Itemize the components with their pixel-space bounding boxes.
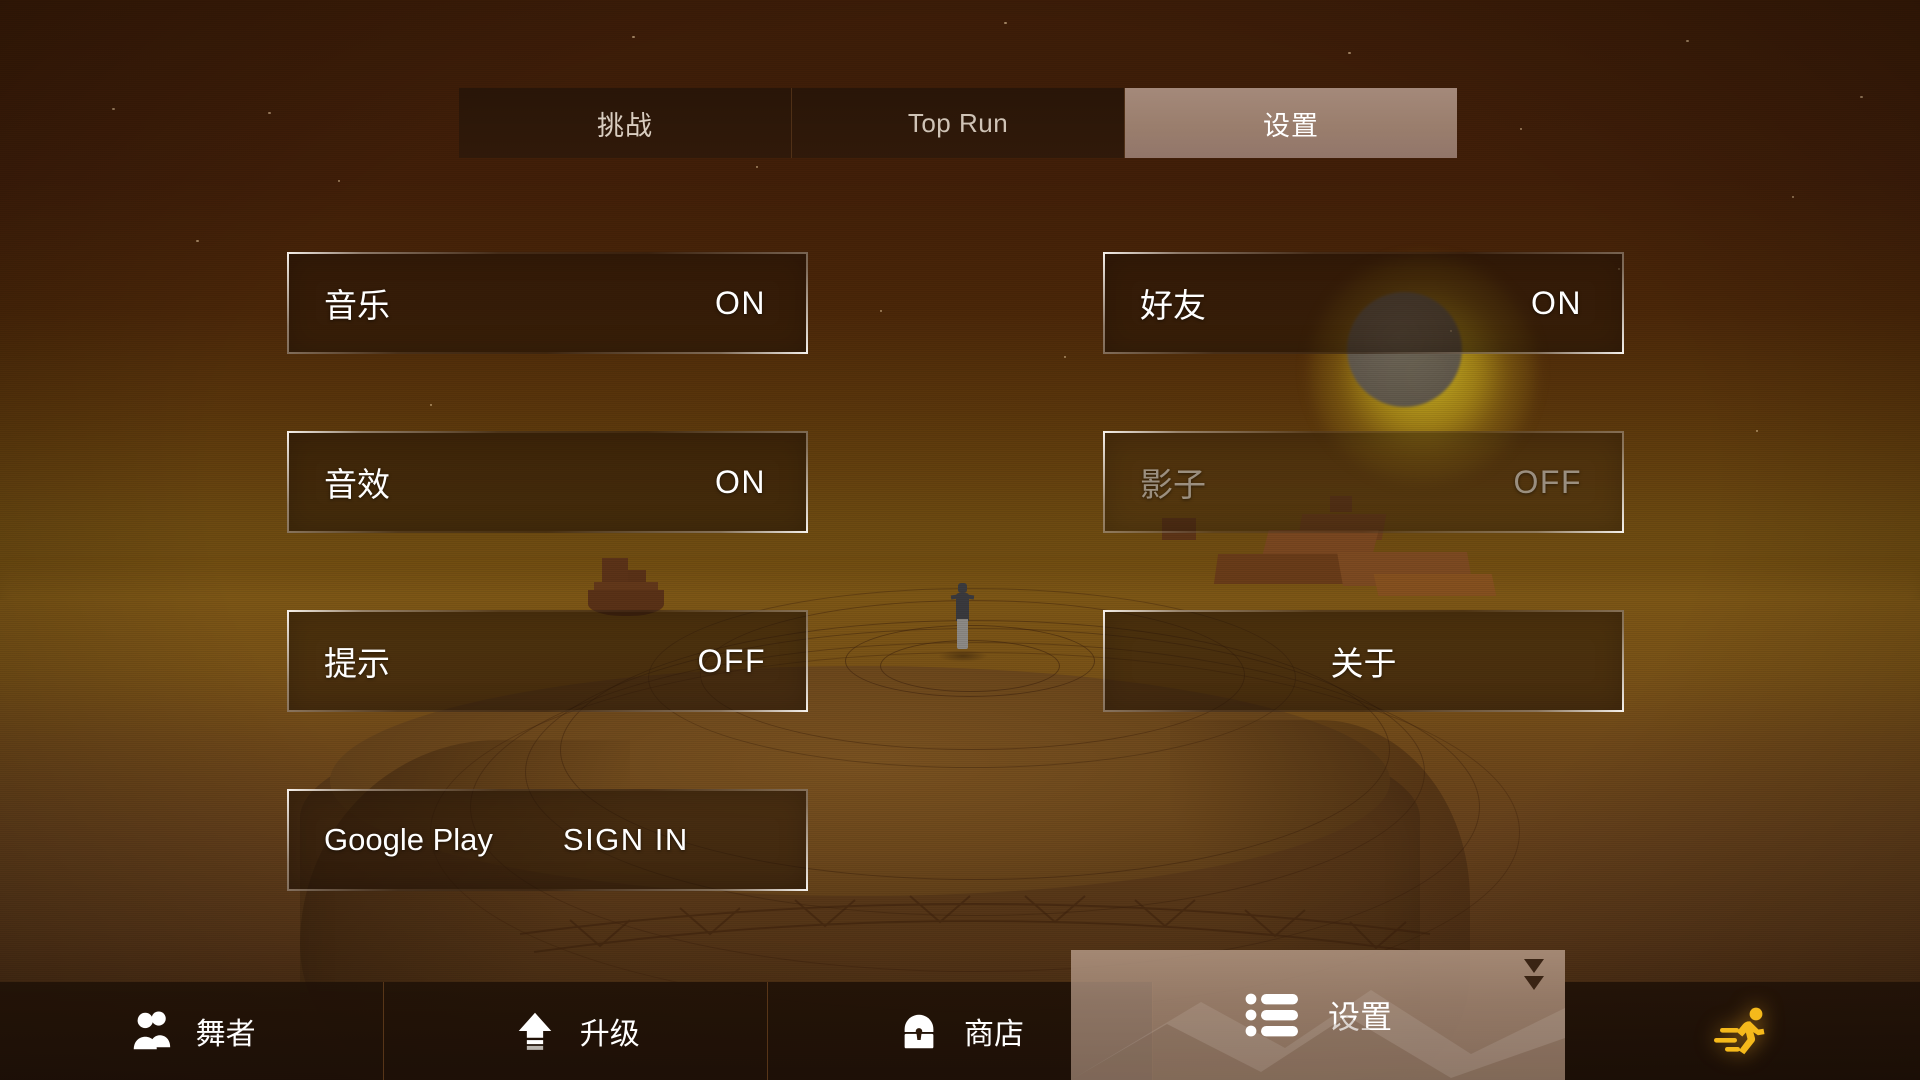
nav-item-dancers[interactable]: 舞者	[0, 982, 385, 1080]
shop-chest-icon	[896, 1008, 942, 1054]
setting-row-friends[interactable]: 好友 ON	[1103, 252, 1624, 354]
settings-panel-mountain-art	[1071, 950, 1565, 1080]
nav-label-dancers: 舞者	[195, 1018, 256, 1051]
people-icon	[128, 1008, 174, 1054]
setting-label-shadow: 影子	[1140, 466, 1206, 503]
list-lines-icon	[1244, 986, 1302, 1044]
setting-label-about: 关于	[1330, 645, 1397, 682]
tab-settings-label: 设置	[1263, 110, 1319, 141]
nav-label-upgrade: 升级	[579, 1018, 640, 1051]
setting-label-hints: 提示	[324, 645, 390, 682]
setting-label-friends: 好友	[1140, 287, 1206, 324]
tab-top-run-label: Top Run	[907, 107, 1009, 138]
setting-value-google-play-sign-in[interactable]: SIGN IN	[563, 822, 689, 858]
nav-label-settings: 设置	[1327, 999, 1392, 1035]
setting-row-hints[interactable]: 提示 OFF	[287, 610, 808, 712]
setting-label-google-play: Google Play	[324, 822, 493, 857]
setting-row-google-play[interactable]: Google Play SIGN IN	[287, 789, 808, 891]
nav-label-shop: 商店	[964, 1018, 1024, 1051]
setting-label-sound-effects: 音效	[324, 466, 390, 503]
setting-value-music: ON	[715, 284, 766, 321]
tab-top-run[interactable]: Top Run	[792, 88, 1125, 158]
nav-item-settings[interactable]: 设置	[1071, 950, 1565, 1080]
setting-value-shadow: OFF	[1513, 463, 1582, 500]
setting-value-sound-effects: ON	[715, 463, 766, 500]
double-chevron-down-icon[interactable]	[1521, 956, 1547, 998]
tab-challenge[interactable]: 挑战	[459, 88, 792, 158]
setting-row-shadow[interactable]: 影子 OFF	[1103, 431, 1624, 533]
upgrade-arrow-icon	[512, 1008, 558, 1054]
setting-value-hints: OFF	[697, 642, 766, 679]
setting-row-sound-effects[interactable]: 音效 ON	[287, 431, 808, 533]
setting-row-about[interactable]: 关于	[1103, 610, 1624, 712]
setting-label-music: 音乐	[324, 287, 390, 324]
settings-panel: 音乐 ON 音效 ON 提示 OFF Google Play SIGN IN 好…	[0, 0, 1920, 1080]
tab-challenge-label: 挑战	[597, 110, 653, 141]
setting-row-music[interactable]: 音乐 ON	[287, 252, 808, 354]
running-man-icon	[1712, 1000, 1774, 1062]
setting-value-friends: ON	[1531, 284, 1582, 321]
nav-item-upgrade[interactable]: 升级	[384, 982, 769, 1080]
top-tab-bar: 挑战 Top Run 设置	[459, 88, 1457, 158]
tab-settings[interactable]: 设置	[1125, 88, 1457, 158]
start-run-button[interactable]	[1565, 982, 1920, 1080]
